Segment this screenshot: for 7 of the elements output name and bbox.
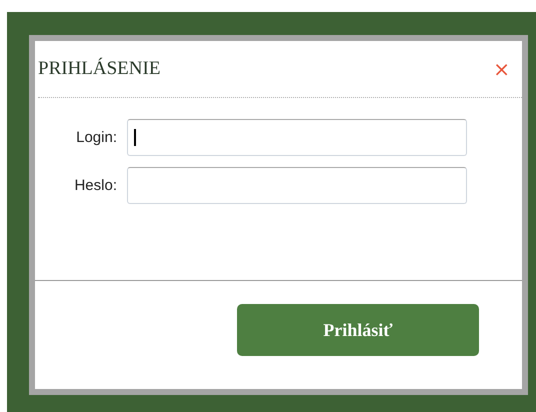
input-field[interactable]	[127, 167, 467, 204]
input-field[interactable]	[127, 119, 467, 156]
field-label: Login:	[75, 129, 118, 146]
close-button[interactable]: ×	[489, 59, 514, 79]
field-label: Heslo:	[73, 177, 118, 194]
dialog-title: PRIHLÁSENIE	[38, 58, 160, 80]
login-button[interactable]: Prihlásiť	[237, 304, 479, 356]
